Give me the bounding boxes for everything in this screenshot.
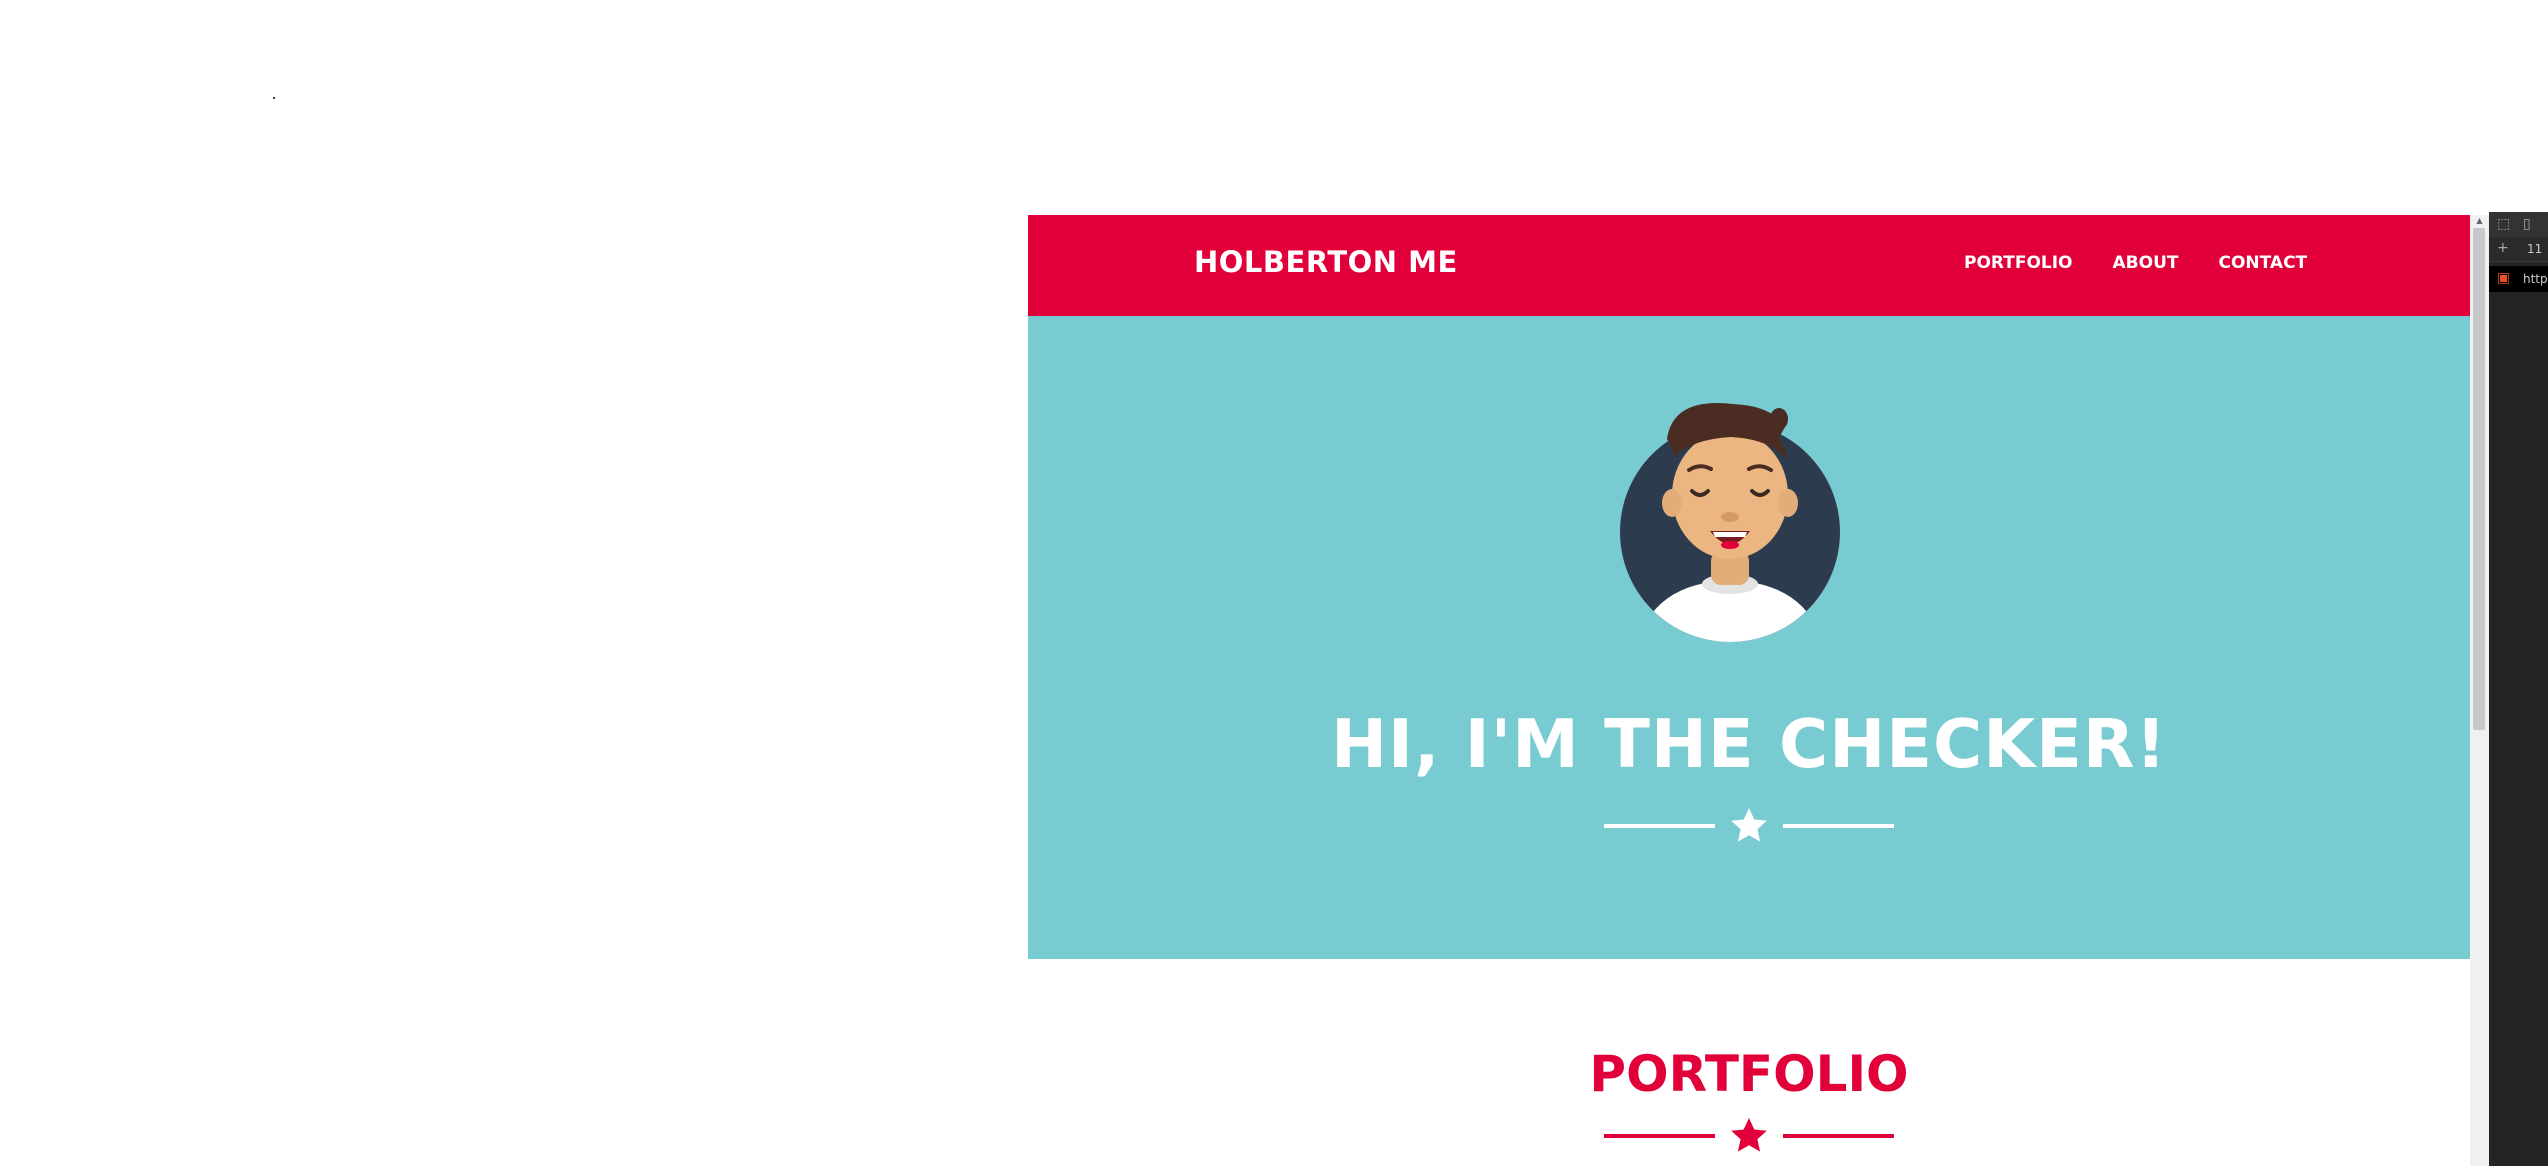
brand-logo[interactable]: HOLBERTON ME bbox=[1194, 245, 1458, 279]
stray-dot bbox=[273, 97, 275, 99]
star-icon bbox=[1731, 808, 1767, 842]
portfolio-title: PORTFOLIO bbox=[1589, 1045, 1909, 1103]
star-icon bbox=[1731, 1118, 1767, 1152]
devtools-zoom: 11 bbox=[2527, 242, 2543, 256]
navbar: HOLBERTON ME PORTFOLIO ABOUT CONTACT bbox=[1028, 215, 2470, 316]
hero-title: HI, I'M THE CHECKER! bbox=[1330, 705, 2168, 783]
devtools-url-row[interactable]: ▣ http bbox=[2489, 266, 2548, 292]
nav-links: PORTFOLIO ABOUT CONTACT bbox=[1964, 253, 2307, 273]
nav-link-contact[interactable]: CONTACT bbox=[2218, 253, 2307, 273]
portfolio-divider bbox=[1604, 1118, 1894, 1152]
scroll-up-arrow-icon[interactable]: ▲ bbox=[2470, 215, 2489, 227]
page-viewport: HOLBERTON ME PORTFOLIO ABOUT CONTACT HI,… bbox=[1028, 215, 2470, 1166]
nav-link-portfolio[interactable]: PORTFOLIO bbox=[1964, 253, 2073, 273]
add-icon[interactable]: + bbox=[2497, 240, 2509, 256]
devtools-url: http bbox=[2523, 272, 2548, 286]
device-toggle-icon[interactable]: ▯ bbox=[2523, 216, 2531, 232]
inspect-element-icon[interactable]: ⬚ bbox=[2497, 216, 2510, 232]
nav-link-about[interactable]: ABOUT bbox=[2113, 253, 2179, 273]
devtools-subtoolbar: + 11 bbox=[2489, 237, 2548, 262]
scrollbar-thumb[interactable] bbox=[2473, 228, 2485, 730]
devtools-toolbar: ⬚ ▯ bbox=[2489, 212, 2548, 237]
devtools-panel: ⬚ ▯ + 11 ▣ http bbox=[2489, 212, 2548, 1166]
hero-section: HI, I'M THE CHECKER! bbox=[1028, 316, 2470, 959]
avatar-illustration bbox=[1620, 403, 1840, 642]
hero-divider bbox=[1604, 808, 1894, 842]
html-file-icon: ▣ bbox=[2497, 270, 2511, 286]
